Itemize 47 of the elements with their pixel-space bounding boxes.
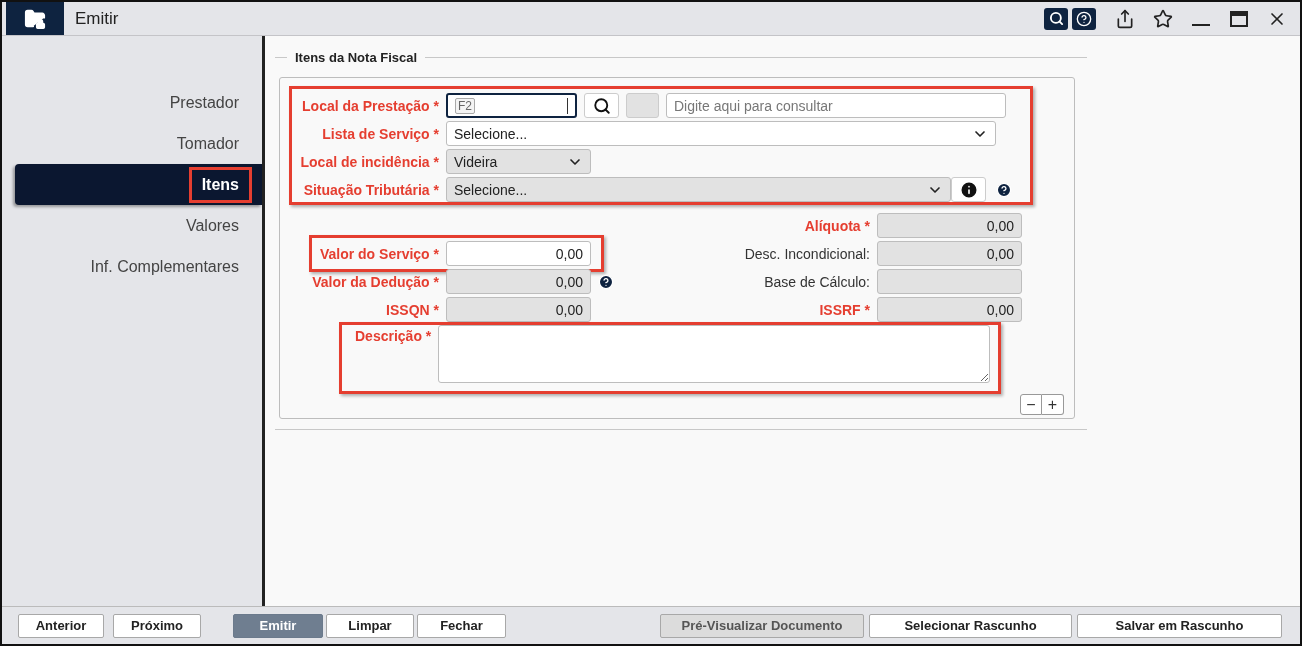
item-button[interactable]: − [1020,394,1042,415]
footer-button[interactable]: Selecionar Rascunho [869,613,1072,638]
search-button[interactable] [584,93,619,118]
field-label: Local da Prestação * [301,97,439,114]
select-field[interactable]: Selecione... [446,121,996,146]
share-icon [1115,8,1135,29]
footer-button[interactable]: Anterior [18,613,104,638]
sidebar-item[interactable]: Valores [15,205,262,246]
field-label: Alíquota * [804,217,870,234]
minimize-icon [1192,23,1210,26]
field-label: Valor da Dedução * [312,273,439,290]
field-label: Valor do Serviço * [319,245,439,262]
key-hint: F2 [455,97,475,114]
item-button[interactable]: + [1042,394,1064,415]
lookup-input[interactable]: Digite aqui para consultar [666,93,1006,118]
field-label: Lista de Serviço * [321,125,439,142]
value-input[interactable]: 0,00 [446,241,591,266]
folder-lock-icon [6,2,64,35]
window-title: Emitir [75,8,120,29]
search-icon [1048,11,1064,26]
footer-button[interactable]: Próximo [113,613,201,638]
help-button[interactable] [1072,7,1096,30]
footer-button[interactable]: Limpar [326,613,414,638]
field-label: Situação Tributária * [302,181,439,198]
info-button[interactable] [951,177,986,202]
star-icon [1153,8,1173,29]
search-button[interactable] [1044,7,1068,30]
sidebar-item[interactable]: Itens [15,164,262,205]
sidebar-item[interactable]: Prestador [15,82,262,123]
help-icon [1076,10,1092,27]
sidebar-item[interactable]: Tomador [15,123,262,164]
code-input[interactable]: F2 [446,93,577,118]
field-label: Base de Cálculo: [764,273,870,290]
maximize-icon [1230,10,1248,27]
field-label: Local de incidência * [299,153,439,170]
field-label: Desc. Incondicional: [744,245,870,262]
sidebar-item[interactable]: Inf. Complementares [15,246,262,287]
info-icon [958,179,979,200]
section-title: Itens da Nota Fiscal [294,50,419,65]
description-input[interactable] [438,325,991,383]
code-display [626,93,659,118]
search-icon [592,96,611,115]
footer-button[interactable]: Salvar em Rascunho [1077,613,1282,638]
field-label: ISSQN * [386,301,439,318]
field-label: ISSRF * [819,301,870,318]
footer-button[interactable]: Fechar [417,613,506,638]
field-label: Descrição * [355,328,432,344]
